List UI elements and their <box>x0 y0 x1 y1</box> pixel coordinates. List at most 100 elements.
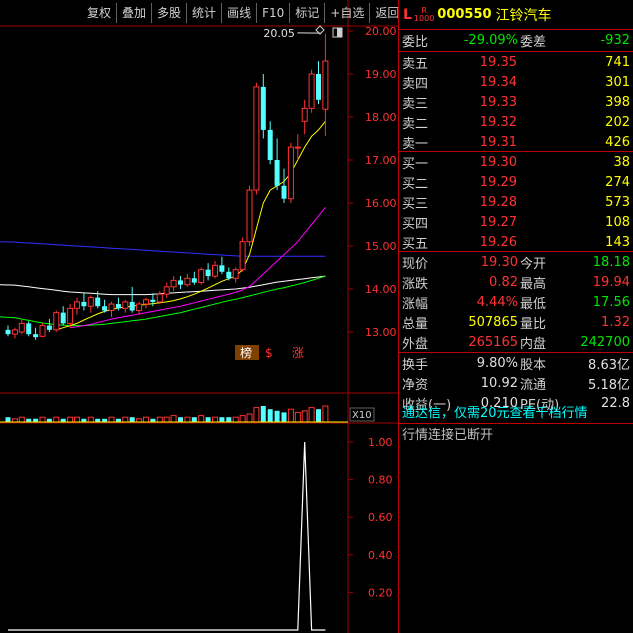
volume-bar <box>53 416 60 423</box>
candle-body-down[interactable] <box>129 301 135 311</box>
candle-body-down[interactable] <box>260 86 266 130</box>
toolbar-button-4[interactable]: 画线 <box>221 3 256 23</box>
candle-body-down[interactable] <box>191 278 197 283</box>
quote-label: 量比 <box>520 316 547 332</box>
candle-body-up[interactable] <box>163 286 170 295</box>
candle-body-down[interactable] <box>95 297 101 307</box>
candle-body-up[interactable] <box>156 293 163 303</box>
candle-body-down[interactable] <box>219 265 225 272</box>
candle-body-down[interactable] <box>316 74 321 100</box>
buy-row[interactable]: 买四 19.27 108 <box>399 212 633 232</box>
candle-body-down[interactable] <box>5 329 11 335</box>
candle-body-down[interactable] <box>267 129 273 160</box>
quote-value: 242700 <box>580 334 630 350</box>
stock-name[interactable]: 江铃汽车 <box>496 5 552 25</box>
candle-body-up[interactable] <box>74 301 80 309</box>
candle-body-down[interactable] <box>46 325 52 330</box>
toolbar-button-5[interactable]: F10 <box>256 3 289 23</box>
candle-body-up[interactable] <box>301 107 308 122</box>
candle-body-up[interactable] <box>294 146 301 149</box>
ma-line-blue <box>0 241 326 257</box>
candle-body-down[interactable] <box>274 160 280 186</box>
level-r-mark: R 1000 <box>413 5 435 23</box>
buy-level-label: 买四 <box>402 216 429 232</box>
sell-row[interactable]: 卖二 19.32 202 <box>399 112 633 132</box>
candle-body-up[interactable] <box>287 146 294 200</box>
sell-price: 19.34 <box>479 74 517 90</box>
candle-body-up[interactable] <box>87 297 94 307</box>
promo-message[interactable]: 通达信，仅需20元查看千档行情 <box>399 402 633 421</box>
volume-bar <box>212 416 218 423</box>
candle-body-up[interactable] <box>53 312 60 331</box>
level-l-mark: L <box>403 6 412 23</box>
candle-body-up[interactable] <box>253 86 260 191</box>
toolbar-button-7[interactable]: +自选 <box>324 3 369 23</box>
sell-row[interactable]: 卖四 19.34 301 <box>399 72 633 92</box>
buy-row[interactable]: 买一 19.30 38 <box>399 152 633 172</box>
candle-body-up[interactable] <box>239 241 246 271</box>
candle-body-up[interactable] <box>67 307 74 324</box>
candle-body-up[interactable] <box>246 189 253 243</box>
sell-row[interactable]: 卖五 19.35 741 <box>399 52 633 72</box>
candle-body-up[interactable] <box>108 303 115 311</box>
stock-code[interactable]: 000550 <box>437 7 491 22</box>
fundamental-label: 净资 <box>402 377 429 393</box>
sell-level-label: 卖四 <box>402 76 429 92</box>
buy-volume: 573 <box>605 194 630 210</box>
toolbar-button-6[interactable]: 标记 <box>289 3 324 23</box>
fundamental-value: 5.18亿 <box>588 377 630 393</box>
fundamental-value: 9.80% <box>476 355 518 371</box>
buy-row[interactable]: 买五 19.26 143 <box>399 232 633 252</box>
candle-body-up[interactable] <box>198 269 205 284</box>
candle-body-down[interactable] <box>26 323 32 335</box>
toolbar-button-0[interactable]: 复权 <box>82 3 116 23</box>
quote-panel: L R 1000 000550 江铃汽车 委比 -29.09% 委差 -932 … <box>398 0 633 633</box>
sell-level-label: 卖一 <box>402 136 429 152</box>
candle-body-up[interactable] <box>308 73 315 109</box>
marker-dollar[interactable]: $ <box>265 346 273 360</box>
candle-body-up[interactable] <box>232 269 239 279</box>
candle-body-up[interactable] <box>39 325 46 337</box>
candle-body-down[interactable] <box>60 312 66 324</box>
candle-body-down[interactable] <box>226 271 232 279</box>
candle-body-up[interactable] <box>212 264 218 277</box>
volume-bar <box>5 417 11 422</box>
sell-price: 19.32 <box>479 114 517 130</box>
sell-row[interactable]: 卖三 19.33 398 <box>399 92 633 112</box>
marker-bang[interactable]: 榜 <box>240 345 252 360</box>
toolbar-button-2[interactable]: 多股 <box>151 3 186 23</box>
quote-label: 最高 <box>520 276 547 292</box>
buy-row[interactable]: 买二 19.29 274 <box>399 172 633 192</box>
indicator-tick-label: 0.40 <box>368 549 393 562</box>
candle-body-down[interactable] <box>33 334 39 338</box>
toolbar-button-3[interactable]: 统计 <box>186 3 221 23</box>
candle-body-up[interactable] <box>143 299 149 305</box>
candle-body-down[interactable] <box>81 301 87 307</box>
buy-level-label: 买五 <box>402 236 429 252</box>
buy-price: 19.30 <box>479 154 517 170</box>
candle-body-down[interactable] <box>205 269 211 277</box>
candle-body-down[interactable] <box>102 306 108 311</box>
candle-body-up[interactable] <box>170 279 177 288</box>
candle-body-down[interactable] <box>178 280 183 285</box>
candle-body-up[interactable] <box>122 301 129 309</box>
chart-svg[interactable]: 20.00 19.00 18.00 17.00 16.00 15.00 14.00 13.00… <box>0 0 398 633</box>
candle-body-down[interactable] <box>281 185 287 199</box>
volume-bar <box>246 413 253 423</box>
sell-row[interactable]: 卖一 19.31 426 <box>399 132 633 152</box>
candle-body-up[interactable] <box>18 322 25 333</box>
candle-body-down[interactable] <box>115 304 121 309</box>
candle-body-up[interactable] <box>11 329 18 335</box>
buy-row[interactable]: 买三 19.28 573 <box>399 192 633 212</box>
candle-body-up[interactable] <box>184 277 191 286</box>
volume-bar <box>74 416 80 423</box>
kline-chart-area[interactable]: 20.00 19.00 18.00 17.00 16.00 15.00 14.00 13.00… <box>0 0 399 633</box>
toolbar-button-1[interactable]: 叠加 <box>116 3 151 23</box>
fundamental-row: 净资 10.92 流通 5.18亿 <box>399 373 633 393</box>
candle-body-up[interactable] <box>322 60 329 110</box>
quote-row: 外盘 265165 内盘 242700 <box>399 332 633 352</box>
weibi-label: 委比 <box>402 35 429 50</box>
candle-body-down[interactable] <box>150 299 156 302</box>
candle-body-up[interactable] <box>136 303 143 311</box>
marker-zhang[interactable]: 涨 <box>292 345 304 360</box>
